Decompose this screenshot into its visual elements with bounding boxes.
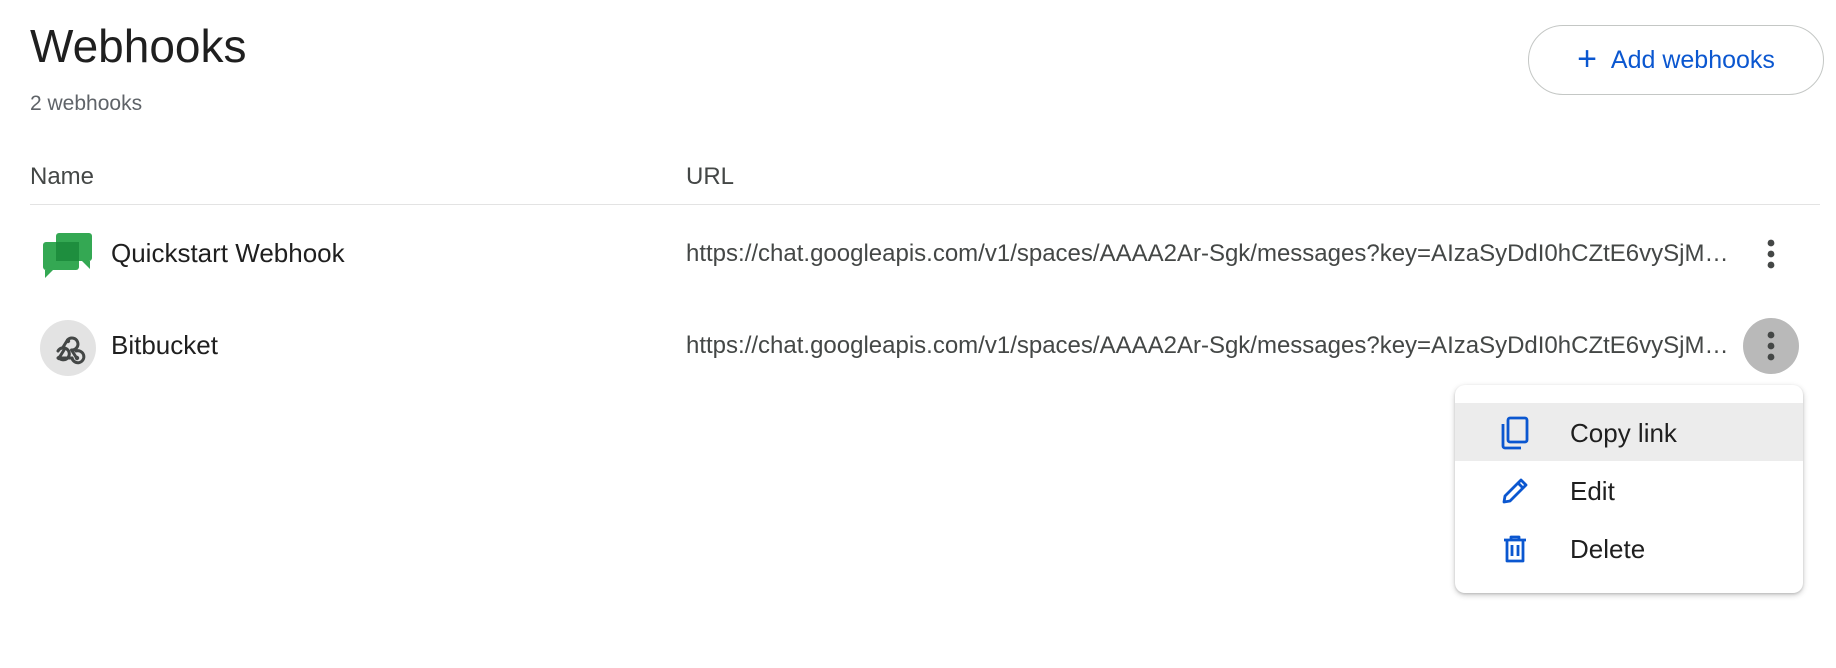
header-divider bbox=[30, 204, 1820, 205]
menu-item-delete[interactable]: Delete bbox=[1455, 519, 1803, 577]
add-webhooks-button[interactable]: + Add webhooks bbox=[1528, 25, 1824, 95]
more-vert-icon bbox=[1767, 239, 1775, 269]
google-chat-icon bbox=[40, 228, 96, 284]
table-row[interactable]: Quickstart Webhook https://chat.googleap… bbox=[0, 206, 1836, 298]
menu-item-copy-link[interactable]: Copy link bbox=[1455, 403, 1803, 461]
more-options-button[interactable] bbox=[1743, 318, 1799, 374]
page-title: Webhooks bbox=[30, 20, 247, 72]
delete-trash-icon bbox=[1499, 533, 1531, 565]
webhook-count: 2 webhooks bbox=[30, 92, 143, 115]
more-options-button[interactable] bbox=[1743, 226, 1799, 282]
menu-item-edit[interactable]: Edit bbox=[1455, 461, 1803, 519]
copy-icon bbox=[1499, 416, 1531, 450]
webhook-url: https://chat.googleapis.com/v1/spaces/AA… bbox=[686, 240, 1744, 267]
column-header-name: Name bbox=[30, 163, 95, 190]
add-webhooks-label: Add webhooks bbox=[1610, 45, 1775, 74]
more-vert-icon bbox=[1767, 331, 1775, 361]
menu-item-label: Edit bbox=[1570, 476, 1615, 506]
column-header-url: URL bbox=[686, 163, 735, 190]
menu-item-label: Copy link bbox=[1570, 418, 1677, 448]
context-menu: Copy link Edit Delete bbox=[1455, 385, 1803, 593]
webhooks-page: Webhooks 2 webhooks + Add webhooks Name … bbox=[0, 0, 1836, 668]
webhook-icon bbox=[40, 320, 96, 376]
edit-pencil-icon bbox=[1499, 475, 1531, 507]
table-row[interactable]: Bitbucket https://chat.googleapis.com/v1… bbox=[0, 298, 1836, 390]
menu-item-label: Delete bbox=[1570, 534, 1646, 564]
webhook-name: Bitbucket bbox=[111, 330, 218, 360]
webhook-name: Quickstart Webhook bbox=[111, 238, 345, 268]
webhook-url: https://chat.googleapis.com/v1/spaces/AA… bbox=[686, 332, 1744, 359]
plus-icon: + bbox=[1577, 39, 1597, 78]
